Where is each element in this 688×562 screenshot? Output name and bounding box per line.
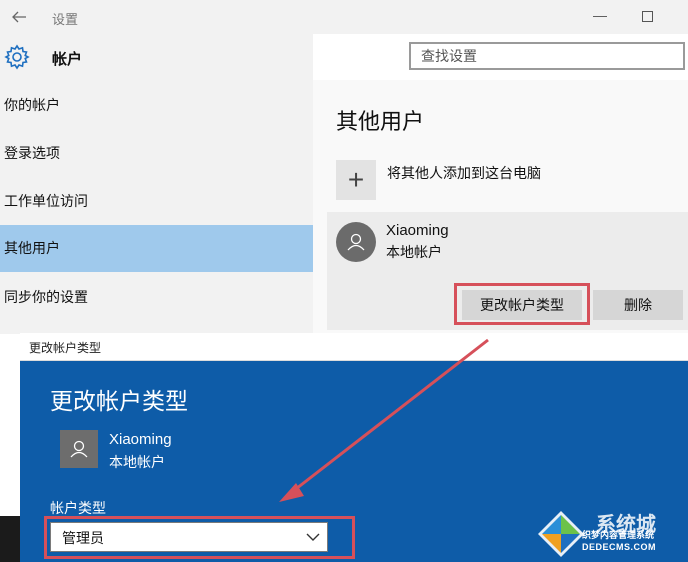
avatar bbox=[60, 430, 98, 468]
sidebar-item-sign-in-options[interactable]: 登录选项 bbox=[0, 135, 313, 171]
plus-icon[interactable]: + bbox=[336, 160, 376, 200]
highlight-box bbox=[44, 516, 355, 559]
gear-icon bbox=[4, 44, 30, 70]
avatar bbox=[336, 222, 376, 262]
dialog-window-title: 更改帐户类型 bbox=[29, 341, 102, 355]
dialog-user-account-type: 本地帐户 bbox=[109, 454, 165, 470]
watermark-domain: DEDECMS.COM bbox=[582, 542, 657, 552]
dialog-user-name: Xiaoming bbox=[109, 431, 172, 448]
search-field[interactable] bbox=[409, 42, 685, 70]
minimize-button[interactable]: — bbox=[592, 7, 608, 27]
back-arrow-icon[interactable] bbox=[8, 6, 30, 28]
section-title: 其他用户 bbox=[336, 109, 425, 134]
delete-button[interactable]: 删除 bbox=[593, 290, 683, 320]
search-input[interactable] bbox=[411, 44, 683, 68]
sidebar-item-your-account[interactable]: 你的帐户 bbox=[0, 87, 313, 123]
dialog-heading: 更改帐户类型 bbox=[50, 388, 188, 414]
watermark-site: 织梦内容管理系统 bbox=[582, 530, 655, 540]
sidebar-item-sync-settings[interactable]: 同步你的设置 bbox=[0, 279, 313, 315]
user-account-type: 本地帐户 bbox=[386, 244, 442, 260]
taskbar-strip bbox=[0, 516, 20, 562]
page-title: 帐户 bbox=[52, 51, 83, 68]
sidebar-item-work-access[interactable]: 工作单位访问 bbox=[0, 183, 313, 219]
user-name: Xiaoming bbox=[386, 222, 449, 239]
title-bar bbox=[0, 0, 688, 34]
highlight-box bbox=[454, 283, 590, 325]
dialog-title-bar bbox=[20, 333, 688, 361]
maximize-button[interactable] bbox=[642, 11, 653, 22]
window-title: 设置 bbox=[52, 12, 79, 27]
account-type-label: 帐户类型 bbox=[50, 500, 106, 516]
sidebar-item-other-users[interactable]: 其他用户 bbox=[0, 225, 313, 272]
add-user-label[interactable]: 将其他人添加到这台电脑 bbox=[387, 163, 541, 183]
